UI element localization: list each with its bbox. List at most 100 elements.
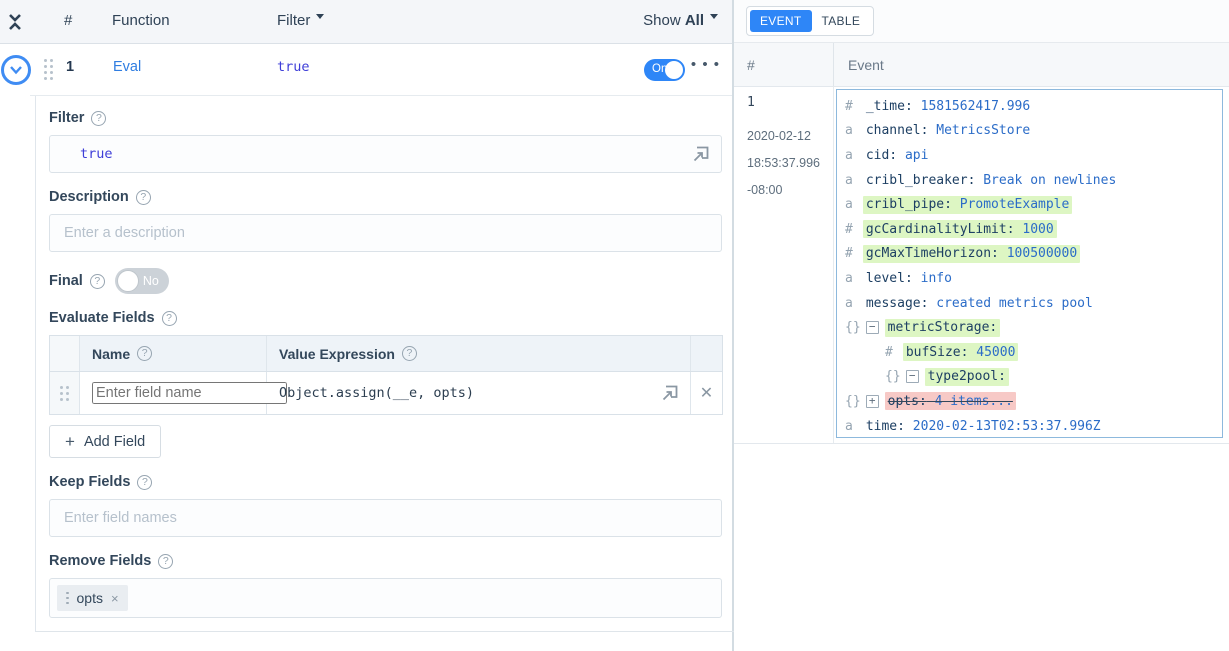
function-row[interactable]: 1 Eval true On • • • xyxy=(30,44,732,96)
event-field-line: {}−type2pool: xyxy=(845,365,1214,390)
functions-list-header: # Function Filter Show All xyxy=(0,0,732,44)
help-icon[interactable]: ? xyxy=(162,311,177,326)
event-field-line: {}+opts: 4 items... xyxy=(845,389,1214,414)
column-function: Function xyxy=(112,12,170,29)
preview-panel: EVENT TABLE # Event 1 2020-02-12 18:53:3… xyxy=(734,0,1229,651)
event-field-line: # bufSize: 45000 xyxy=(845,340,1214,365)
string-type-icon: a xyxy=(845,296,853,311)
show-filter-dropdown[interactable]: Show All xyxy=(643,12,718,29)
tab-event[interactable]: EVENT xyxy=(750,10,812,32)
event-field-line: a cid: api xyxy=(845,143,1214,168)
toggle-knob xyxy=(117,270,139,292)
event-field-cid: cid: api xyxy=(863,146,932,164)
expand-expression-button[interactable] xyxy=(659,382,681,404)
plus-icon: + xyxy=(65,432,75,452)
remove-tag-icon[interactable]: × xyxy=(111,591,119,606)
event-index-cell: 1 2020-02-12 18:53:37.996 -08:00 xyxy=(734,87,834,443)
function-settings-form: Filter ? true Description ? xyxy=(35,96,734,632)
help-icon[interactable]: ? xyxy=(136,190,151,205)
collapse-all-icon xyxy=(8,12,22,32)
help-icon[interactable]: ? xyxy=(402,346,417,361)
remove-row-button[interactable]: ✕ xyxy=(691,372,722,414)
value-expression-cell[interactable]: Object.assign(__e, opts) xyxy=(267,372,691,414)
object-type-icon: {} xyxy=(845,320,861,335)
event-lines: # _time: 1581562417.996 achannel: MetricsS… xyxy=(845,94,1214,438)
event-field-_time: _time: 1581562417.996 xyxy=(863,97,1033,115)
field-name-input[interactable] xyxy=(92,382,287,404)
column-filter-dropdown[interactable]: Filter xyxy=(277,12,324,29)
description-input-wrap xyxy=(49,214,722,252)
evaluate-fields-table: Name ? Value Expression ? xyxy=(49,335,723,415)
field-name-cell xyxy=(80,372,267,414)
evaluate-fields-header: Name ? Value Expression ? xyxy=(50,336,722,372)
description-label: Description ? xyxy=(49,189,722,205)
event-json-viewer[interactable]: # _time: 1581562417.996 achannel: MetricsS… xyxy=(836,89,1223,438)
final-toggle[interactable]: No xyxy=(115,268,169,294)
field-tag[interactable]: opts × xyxy=(57,585,128,611)
tab-table[interactable]: TABLE xyxy=(812,10,871,32)
popout-icon xyxy=(690,143,712,165)
string-type-icon: a xyxy=(845,148,853,163)
event-field-line: alevel: info xyxy=(845,266,1214,291)
string-type-icon: a xyxy=(845,197,853,212)
filter-expression-input[interactable]: true xyxy=(49,135,722,173)
number-type-icon: # xyxy=(885,345,893,360)
event-field-line: a time: 2020-02-13T02:53:37.996Z xyxy=(845,414,1214,438)
chevron-down-icon xyxy=(710,14,718,23)
event-field-gcMaxTimeHorizon: gcMaxTimeHorizon: 100500000 xyxy=(863,245,1080,263)
number-type-icon: # xyxy=(845,99,853,114)
add-field-button[interactable]: + Add Field xyxy=(49,425,161,458)
remove-fields-input[interactable]: opts × xyxy=(49,578,722,618)
help-icon[interactable]: ? xyxy=(158,554,173,569)
drag-handle-icon[interactable] xyxy=(50,372,80,414)
string-type-icon: a xyxy=(845,123,853,138)
event-timestamp: 2020-02-12 18:53:37.996 -08:00 xyxy=(747,123,833,204)
keep-fields-input[interactable] xyxy=(62,509,709,527)
event-field-line: # _time: 1581562417.996 xyxy=(845,94,1214,119)
function-name-link[interactable]: Eval xyxy=(113,59,141,75)
more-options-icon[interactable]: • • • xyxy=(691,56,720,73)
event-field-line: {}−metricStorage: xyxy=(845,315,1214,340)
collapse-node-icon[interactable]: − xyxy=(906,370,919,383)
event-field-line: amessage: created metrics pool xyxy=(845,291,1214,316)
event-table-segmented-control: EVENT TABLE xyxy=(746,6,874,36)
object-type-icon: {} xyxy=(885,369,901,384)
object-type-icon: {} xyxy=(845,394,861,409)
collapse-node-icon[interactable]: − xyxy=(866,321,879,334)
function-enabled-toggle[interactable]: On xyxy=(644,59,685,81)
drag-handle-icon[interactable] xyxy=(66,592,69,605)
function-collapse-button[interactable] xyxy=(1,55,31,85)
number-type-icon: # xyxy=(845,246,853,261)
function-filter-value: true xyxy=(277,59,310,75)
event-index: 1 xyxy=(747,95,833,110)
string-type-icon: a xyxy=(845,271,853,286)
keep-fields-input-wrap xyxy=(49,499,722,537)
help-icon[interactable]: ? xyxy=(90,274,105,289)
string-type-icon: a xyxy=(845,419,853,434)
event-field-type2pool: type2pool: xyxy=(925,368,1009,386)
event-field-time: time: 2020-02-13T02:53:37.996Z xyxy=(863,417,1104,435)
help-icon[interactable]: ? xyxy=(137,475,152,490)
final-label: Final ? xyxy=(49,273,105,289)
string-type-icon: a xyxy=(845,173,853,188)
column-event: Event xyxy=(834,43,884,86)
event-field-bufSize: bufSize: 45000 xyxy=(903,343,1019,361)
event-field-line: a cribl_breaker: Break on newlines xyxy=(845,168,1214,193)
final-field-row: Final ? No xyxy=(49,268,722,294)
event-field-line: # gcMaxTimeHorizon: 100500000 xyxy=(845,242,1214,267)
function-index: 1 xyxy=(66,59,74,75)
pipeline-functions-panel: # Function Filter Show All 1 Eval true O… xyxy=(0,0,734,651)
evaluate-field-row: Object.assign(__e, opts) ✕ xyxy=(50,372,722,414)
description-input[interactable] xyxy=(62,224,709,242)
value-expression-column-header: Value Expression ? xyxy=(267,336,691,371)
event-field-cribl_breaker: cribl_breaker: Break on newlines xyxy=(863,171,1119,189)
filter-label: Filter ? xyxy=(49,110,722,126)
help-icon[interactable]: ? xyxy=(137,346,152,361)
preview-table-header: # Event xyxy=(734,43,1229,87)
drag-handle-icon[interactable] xyxy=(44,59,53,80)
collapse-all-button[interactable] xyxy=(0,0,30,44)
expand-node-icon[interactable]: + xyxy=(866,395,879,408)
event-field-line: achannel: MetricsStore xyxy=(845,119,1214,144)
help-icon[interactable]: ? xyxy=(91,111,106,126)
expand-expression-button[interactable] xyxy=(690,143,712,165)
